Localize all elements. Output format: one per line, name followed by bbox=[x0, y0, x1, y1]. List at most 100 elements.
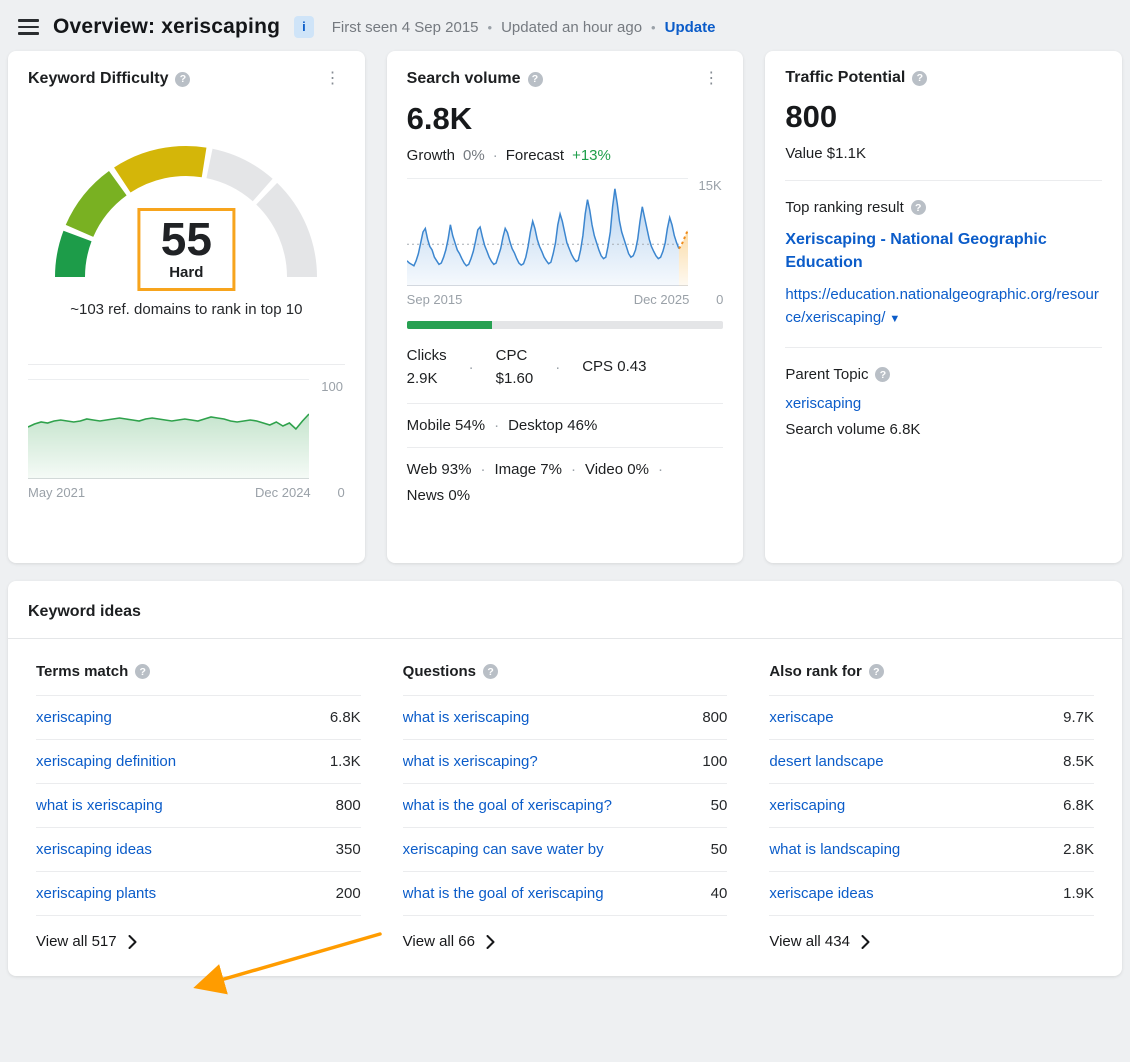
search-type-row: Web 93% · Image 7% · Video 0% · News 0% bbox=[407, 447, 724, 517]
update-link[interactable]: Update bbox=[665, 19, 716, 36]
keyword-link[interactable]: xeriscaping bbox=[36, 709, 112, 726]
clicks-cpc-cps-row: Clicks 2.9K · CPC $1.60 · CPS 0.43 bbox=[407, 345, 724, 403]
also-rank-for-column: Also rank for ? xeriscape 9.7K desert la… bbox=[769, 663, 1094, 950]
top-result-url-link[interactable]: https://education.nationalgeographic.org… bbox=[785, 286, 1099, 326]
keyword-link[interactable]: xeriscaping bbox=[769, 797, 845, 814]
keyword-link[interactable]: xeriscape bbox=[769, 709, 833, 726]
top-result-url-row: https://education.nationalgeographic.org… bbox=[785, 284, 1102, 329]
separator-dot: • bbox=[488, 20, 493, 35]
keyword-volume: 350 bbox=[336, 841, 361, 858]
help-icon[interactable]: ? bbox=[869, 664, 884, 679]
kd-value-box: 55 Hard bbox=[138, 208, 235, 291]
keyword-volume: 9.7K bbox=[1063, 709, 1094, 726]
top-ranking-label-row: Top ranking result ? bbox=[785, 199, 1102, 216]
keyword-volume: 2.8K bbox=[1063, 841, 1094, 858]
help-icon[interactable]: ? bbox=[483, 664, 498, 679]
keyword-row: xeriscape 9.7K bbox=[769, 696, 1094, 740]
keyword-volume: 800 bbox=[702, 709, 727, 726]
kd-history-sparkline bbox=[28, 379, 309, 479]
separator-dot: · bbox=[658, 461, 663, 478]
keyword-link[interactable]: what is the goal of xeriscaping bbox=[403, 885, 604, 902]
tp-card-title: Traffic Potential bbox=[785, 69, 905, 87]
top-bar: Overview: xeriscaping i First seen 4 Sep… bbox=[0, 0, 1130, 51]
growth-value: 0% bbox=[463, 147, 485, 164]
keyword-row: xeriscape ideas 1.9K bbox=[769, 872, 1094, 916]
kd-history-chart: 100 bbox=[28, 379, 345, 479]
search-volume-value: 6.8K bbox=[407, 101, 724, 137]
keyword-row: xeriscaping 6.8K bbox=[769, 784, 1094, 828]
keyword-link[interactable]: xeriscaping definition bbox=[36, 753, 176, 770]
parent-search-volume: Search volume 6.8K bbox=[785, 421, 1102, 438]
keyword-link[interactable]: xeriscaping ideas bbox=[36, 841, 152, 858]
chevron-right-icon bbox=[861, 935, 870, 949]
terms-match-header: Terms match bbox=[36, 663, 128, 680]
keyword-volume: 50 bbox=[711, 797, 728, 814]
help-icon[interactable]: ? bbox=[135, 664, 150, 679]
growth-label: Growth bbox=[407, 147, 455, 164]
kd-chart-xaxis: May 2021 Dec 2024 0 bbox=[28, 485, 345, 500]
cpc-value: $1.60 bbox=[496, 368, 534, 391]
clicks-metric: Clicks 2.9K bbox=[407, 345, 447, 390]
info-badge[interactable]: i bbox=[294, 16, 314, 38]
kd-chart-xend: Dec 2024 bbox=[255, 485, 311, 500]
keyword-row: what is landscaping 2.8K bbox=[769, 828, 1094, 872]
also-rank-for-header: Also rank for bbox=[769, 663, 862, 680]
questions-header: Questions bbox=[403, 663, 476, 680]
search-volume-card: Search volume ? ⋮ 6.8K Growth 0% · Forec… bbox=[387, 51, 744, 563]
kd-value: 55 bbox=[161, 215, 212, 263]
chevron-right-icon bbox=[486, 935, 495, 949]
keyword-link[interactable]: what is landscaping bbox=[769, 841, 900, 858]
keyword-link[interactable]: what is xeriscaping bbox=[403, 709, 530, 726]
more-options-icon[interactable]: ⋮ bbox=[699, 69, 723, 89]
kd-gauge: 55 Hard bbox=[36, 119, 336, 289]
divider bbox=[28, 364, 345, 365]
cpc-metric: CPC $1.60 bbox=[496, 345, 534, 390]
keyword-link[interactable]: xeriscape ideas bbox=[769, 885, 873, 902]
view-all-terms-match[interactable]: View all 517 bbox=[36, 916, 361, 950]
help-icon[interactable]: ? bbox=[875, 367, 890, 382]
top-ranking-label: Top ranking result bbox=[785, 199, 903, 216]
help-icon[interactable]: ? bbox=[912, 71, 927, 86]
keyword-volume: 1.9K bbox=[1063, 885, 1094, 902]
volume-chart-xaxis: Sep 2015 Dec 2025 0 bbox=[407, 292, 724, 307]
clicks-value: 2.9K bbox=[407, 368, 447, 391]
keyword-link[interactable]: xeriscaping can save water by bbox=[403, 841, 604, 858]
parent-topic-link[interactable]: xeriscaping bbox=[785, 395, 1102, 412]
keyword-volume: 50 bbox=[711, 841, 728, 858]
keyword-link[interactable]: what is the goal of xeriscaping? bbox=[403, 797, 612, 814]
help-icon[interactable]: ? bbox=[911, 200, 926, 215]
top-result-title-link[interactable]: Xeriscaping - National Geographic Educat… bbox=[785, 228, 1102, 274]
separator-dot: · bbox=[571, 461, 576, 478]
view-all-also-rank-for[interactable]: View all 434 bbox=[769, 916, 1094, 950]
keyword-link[interactable]: what is xeriscaping bbox=[36, 797, 163, 814]
volume-chart-ymin: 0 bbox=[689, 292, 723, 307]
volume-card-title: Search volume bbox=[407, 70, 521, 88]
metric-cards-row: Keyword Difficulty ? ⋮ 55 Hard ~103 ref.… bbox=[0, 51, 1130, 563]
parent-topic-label: Parent Topic bbox=[785, 366, 868, 383]
forecast-value: +13% bbox=[572, 147, 611, 164]
keyword-link[interactable]: what is xeriscaping? bbox=[403, 753, 538, 770]
keyword-ideas-title: Keyword ideas bbox=[8, 581, 1122, 639]
separator-dot: • bbox=[651, 20, 656, 35]
keyword-link[interactable]: xeriscaping plants bbox=[36, 885, 156, 902]
more-options-icon[interactable]: ⋮ bbox=[321, 69, 345, 89]
page-title: Overview: xeriscaping bbox=[53, 15, 280, 39]
help-icon[interactable]: ? bbox=[175, 72, 190, 87]
image-share: Image 7% bbox=[494, 461, 562, 478]
view-all-questions[interactable]: View all 66 bbox=[403, 916, 728, 950]
keyword-link[interactable]: desert landscape bbox=[769, 753, 883, 770]
help-icon[interactable]: ? bbox=[528, 72, 543, 87]
menu-icon[interactable] bbox=[18, 19, 39, 35]
kd-difficulty-label: Hard bbox=[161, 264, 212, 281]
cps-metric: CPS 0.43 bbox=[582, 356, 646, 379]
keyword-row: xeriscaping 6.8K bbox=[36, 696, 361, 740]
keyword-row: xeriscaping definition 1.3K bbox=[36, 740, 361, 784]
separator-dot: · bbox=[555, 359, 560, 376]
keyword-volume: 6.8K bbox=[330, 709, 361, 726]
caret-down-icon[interactable]: ▼ bbox=[889, 313, 900, 325]
search-volume-line-chart bbox=[407, 178, 688, 286]
keyword-volume: 200 bbox=[336, 885, 361, 902]
volume-chart-xstart: Sep 2015 bbox=[407, 292, 463, 307]
volume-progress-fill bbox=[407, 321, 493, 329]
view-all-label: View all 434 bbox=[769, 933, 850, 950]
